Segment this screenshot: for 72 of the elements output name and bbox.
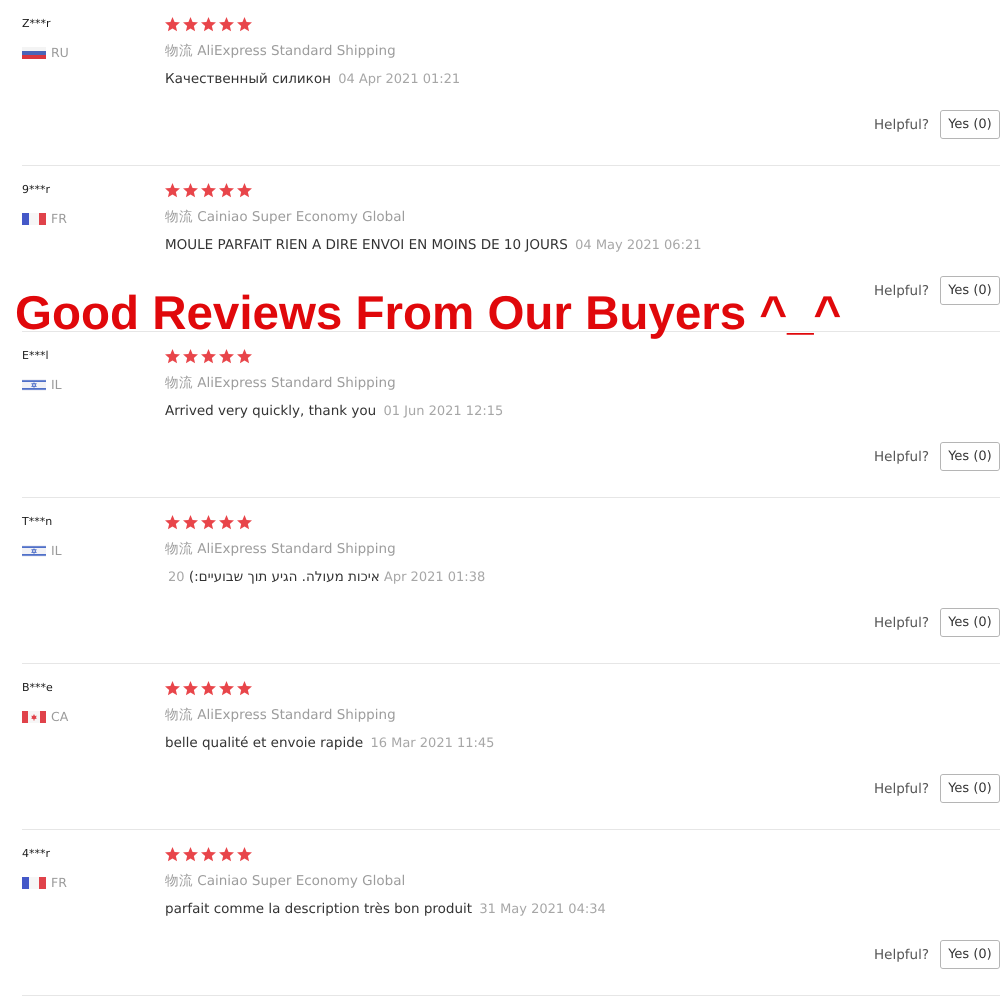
flag-icon [22, 877, 46, 889]
star-icon [165, 17, 180, 32]
review-comment: MOULE PARFAIT RIEN A DIRE ENVOI EN MOINS DE 10 JOURS 04 May 2021 06:21 [165, 237, 702, 254]
star-icon [237, 183, 252, 198]
flag-icon [22, 213, 46, 225]
star-icon [165, 349, 180, 364]
star-icon [219, 17, 234, 32]
helpful-yes-button[interactable]: Yes (0) [940, 110, 1000, 139]
country-code: IL [51, 544, 62, 558]
star-icon [183, 847, 198, 862]
helpful-label: Helpful? [874, 946, 929, 962]
star-icon [219, 349, 234, 364]
overlay-caption: Good Reviews From Our Buyers ^_^ [15, 290, 842, 338]
helpful-label: Helpful? [874, 116, 929, 132]
helpful-label: Helpful? [874, 614, 929, 630]
star-icon [219, 847, 234, 862]
star-icon [183, 17, 198, 32]
country-code: CA [51, 710, 68, 724]
star-icon [165, 515, 180, 530]
star-icon [201, 681, 216, 696]
shipping-method: 物流 AliExpress Standard Shipping [165, 707, 396, 723]
buyer-name: 4***r [22, 847, 50, 861]
country-code: FR [51, 876, 67, 890]
star-icon [201, 847, 216, 862]
star-icon [219, 515, 234, 530]
star-icon [219, 681, 234, 696]
shipping-method: 物流 AliExpress Standard Shipping [165, 43, 396, 59]
star-icon [165, 183, 180, 198]
helpful-label: Helpful? [874, 780, 929, 796]
flag-icon [22, 379, 46, 391]
star-icon [237, 17, 252, 32]
review-comment: Качественный силикон 04 Apr 2021 01:21 [165, 71, 460, 88]
shipping-method: 物流 AliExpress Standard Shipping [165, 541, 396, 557]
star-icon [183, 681, 198, 696]
star-icon [183, 349, 198, 364]
flag-icon [22, 711, 46, 723]
helpful-yes-button[interactable]: Yes (0) [940, 774, 1000, 803]
star-icon [201, 17, 216, 32]
helpful-yes-button[interactable]: Yes (0) [940, 940, 1000, 969]
star-icon [201, 349, 216, 364]
buyer-name: 9***r [22, 183, 50, 197]
star-icon [183, 515, 198, 530]
buyer-name: B***e [22, 681, 53, 695]
flag-icon [22, 545, 46, 557]
shipping-method: 物流 AliExpress Standard Shipping [165, 375, 396, 391]
star-icon [201, 183, 216, 198]
star-icon [165, 681, 180, 696]
review-comment: parfait comme la description très bon produit 31 May 2021 04:34 [165, 901, 606, 918]
star-icon [165, 847, 180, 862]
buyer-name: Z***r [22, 17, 51, 31]
shipping-method: 物流 Cainiao Super Economy Global [165, 209, 406, 225]
country-code: FR [51, 212, 67, 226]
flag-icon [22, 47, 46, 59]
star-icon [237, 847, 252, 862]
helpful-yes-button[interactable]: Yes (0) [940, 442, 1000, 471]
shipping-method: 物流 Cainiao Super Economy Global [165, 873, 406, 889]
country-code: RU [51, 46, 69, 60]
buyer-name: E***l [22, 349, 49, 363]
star-icon [201, 515, 216, 530]
star-icon [183, 183, 198, 198]
helpful-yes-button[interactable]: Yes (0) [940, 276, 1000, 305]
helpful-label: Helpful? [874, 282, 929, 298]
review-comment: Arrived very quickly, thank you 01 Jun 2021 12:15 [165, 403, 504, 420]
star-icon [237, 349, 252, 364]
star-icon [237, 681, 252, 696]
country-code: IL [51, 378, 62, 392]
review-comment: belle qualité et envoie rapide 16 Mar 2021 11:45 [165, 735, 494, 752]
star-icon [219, 183, 234, 198]
star-icon [237, 515, 252, 530]
helpful-label: Helpful? [874, 448, 929, 464]
buyer-name: T***n [22, 515, 52, 529]
helpful-yes-button[interactable]: Yes (0) [940, 608, 1000, 637]
